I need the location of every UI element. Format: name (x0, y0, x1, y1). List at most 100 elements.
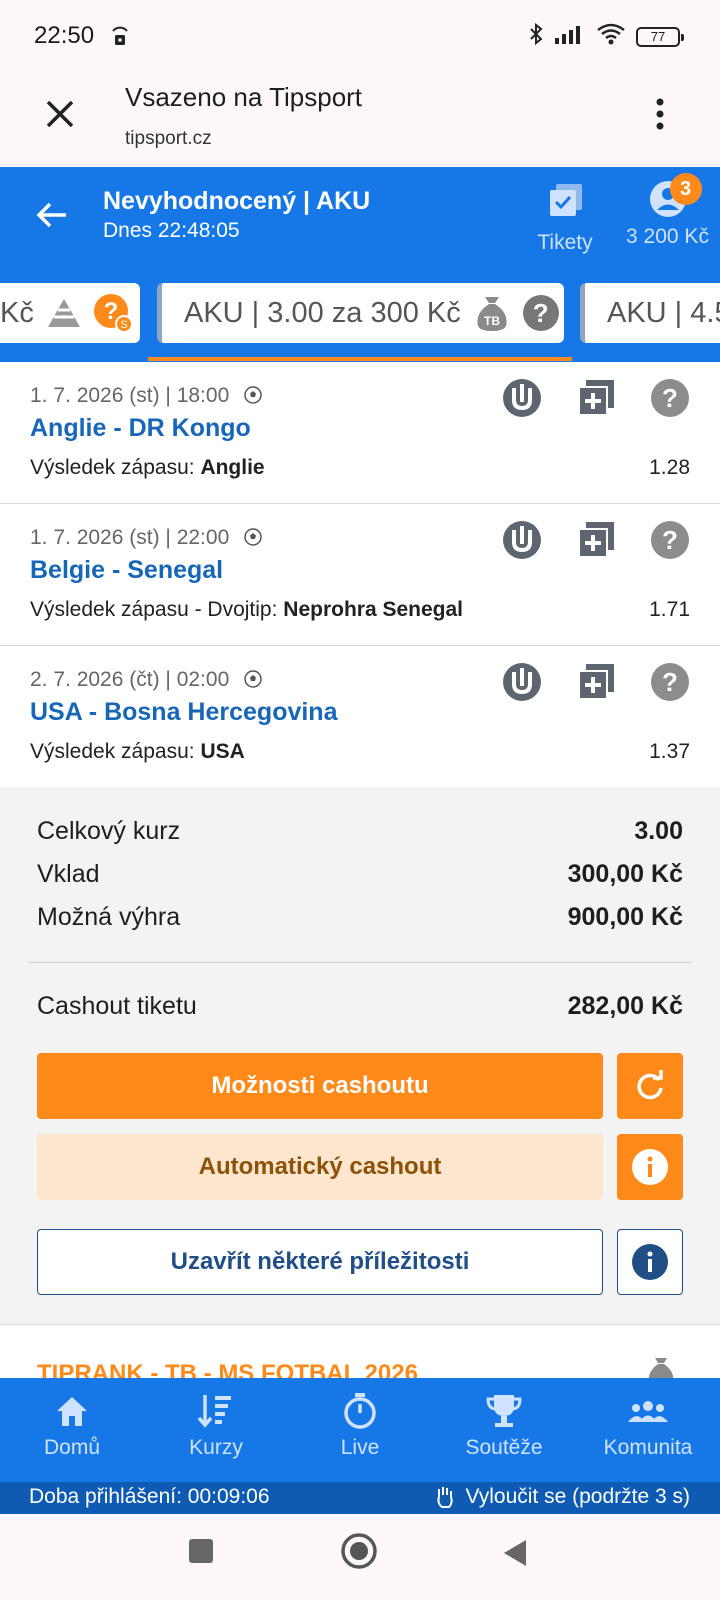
home-circle-icon[interactable] (340, 1532, 378, 1575)
chip-badge-text: TB (484, 314, 500, 328)
system-navigation-bar (0, 1514, 720, 1600)
account-balance: 3 200 Kč (626, 225, 709, 248)
login-duration: Doba přihlášení: 00:09:06 (29, 1485, 270, 1508)
bottom-navigation: Domů Kurzy Live Soutěže Komunita (0, 1378, 720, 1482)
odds-sort-icon (197, 1395, 231, 1428)
svg-text:?: ? (662, 525, 678, 555)
leg-market: Výsledek zápasu: USA (30, 740, 245, 763)
stake-value: 300,00 Kč (567, 860, 683, 888)
bet-leg[interactable]: 1. 7. 2026 (st) | 22:00 Belgie - Senegal… (0, 504, 720, 646)
back-arrow-icon[interactable] (32, 195, 72, 235)
leg-odds: 1.71 (649, 598, 690, 621)
nav-competitions-label: Soutěže (465, 1436, 543, 1459)
add-to-ticket-icon[interactable] (576, 662, 616, 702)
auto-cashout-button[interactable]: Automatický cashout (37, 1134, 603, 1200)
tickets-button[interactable]: Tikety (530, 181, 600, 255)
ticket-chip-strip: Kč ? S AKU | 3.00 za 300 Kč TB ? AKU | 4.… (0, 277, 720, 362)
add-to-ticket-icon[interactable] (576, 378, 616, 418)
nav-odds-label: Kurzy (189, 1436, 243, 1459)
ticket-chip-previous[interactable]: Kč ? S (0, 283, 140, 343)
help-icon[interactable]: ? (650, 662, 690, 702)
login-session-bar: Doba přihlášení: 00:09:06 Vyloučit se (p… (0, 1482, 720, 1514)
trophy-icon (486, 1395, 522, 1427)
notification-badge: 3 (669, 173, 702, 205)
money-bag-icon: TB (477, 297, 507, 331)
leg-match[interactable]: USA - Bosna Hercegovina (30, 698, 337, 727)
help-icon[interactable]: ? (650, 378, 690, 418)
recents-icon[interactable] (188, 1538, 214, 1569)
page-title: Nevyhodnocený | AKU (103, 187, 371, 215)
refresh-icon (637, 1070, 663, 1100)
lock-signal-icon (110, 24, 130, 53)
close-some-info-button[interactable] (617, 1229, 683, 1295)
football-icon (244, 670, 262, 688)
cashout-options-button[interactable]: Možnosti cashoutu (37, 1053, 603, 1119)
money-bag-icon (646, 1356, 676, 1378)
nav-community[interactable]: Komunita (576, 1378, 720, 1482)
ticket-summary: Celkový kurz 3.00 Vklad 300,00 Kč Možná vý… (0, 787, 720, 1325)
svg-text:?: ? (662, 383, 678, 413)
pyramid-icon (47, 299, 80, 327)
bet-leg[interactable]: 2. 7. 2026 (čt) | 02:00 USA - Bosna Herc… (0, 646, 720, 788)
info-icon (632, 1244, 668, 1280)
ticket-chip-next[interactable]: AKU | 4.5 (580, 283, 720, 343)
tiprank-title[interactable]: TIPRANK - TB - MS FOTBAL 2026 (37, 1360, 418, 1378)
self-exclusion-label: Vyloučit se (podržte 3 s) (465, 1485, 690, 1508)
nav-competitions[interactable]: Soutěže (432, 1378, 576, 1482)
close-icon[interactable] (40, 94, 80, 134)
status-time: 22:50 (34, 22, 95, 49)
self-exclusion-button[interactable]: Vyloučit se (podržte 3 s) (434, 1485, 690, 1509)
help-icon[interactable]: ? (650, 520, 690, 560)
bet-leg[interactable]: 1. 7. 2026 (st) | 18:00 Anglie - DR Kong… (0, 362, 720, 504)
nav-odds[interactable]: Kurzy (144, 1378, 288, 1482)
football-icon (244, 386, 262, 404)
hand-icon (436, 1487, 453, 1508)
help-icon[interactable]: ? (522, 295, 559, 331)
total-odds-row: Celkový kurz 3.00 (37, 817, 683, 845)
info-icon (632, 1149, 668, 1185)
stats-icon[interactable] (502, 520, 542, 560)
browser-tab-header: Vsazeno na Tipsport tipsport.cz (0, 72, 720, 167)
more-menu-icon[interactable] (648, 94, 672, 134)
nav-home[interactable]: Domů (0, 1378, 144, 1482)
nav-live-label: Live (340, 1436, 380, 1459)
leg-odds: 1.28 (649, 456, 690, 479)
stopwatch-icon (344, 1393, 376, 1429)
battery-icon: 77 (636, 26, 684, 47)
close-some-bets-button[interactable]: Uzavřít některé příležitosti (37, 1229, 603, 1295)
auto-cashout-info-button[interactable] (617, 1134, 683, 1200)
stats-icon[interactable] (502, 378, 542, 418)
stats-icon[interactable] (502, 662, 542, 702)
home-icon (57, 1397, 87, 1426)
wifi-icon (596, 23, 626, 50)
bluetooth-icon (528, 22, 544, 51)
back-triangle-icon[interactable] (502, 1538, 528, 1573)
refresh-button[interactable] (617, 1053, 683, 1119)
app-header: Nevyhodnocený | AKU Dnes 22:48:05 Tikety… (0, 167, 720, 277)
ticket-chip-current[interactable]: AKU | 3.00 za 300 Kč TB ? (157, 283, 564, 343)
browser-title: Vsazeno na Tipsport (125, 82, 363, 112)
divider (29, 962, 691, 963)
svg-text:S: S (120, 319, 127, 331)
add-to-ticket-icon[interactable] (576, 520, 616, 560)
leg-date: 2. 7. 2026 (čt) | 02:00 (30, 668, 263, 692)
nav-home-label: Domů (43, 1436, 101, 1459)
bet-legs-list: 1. 7. 2026 (st) | 18:00 Anglie - DR Kong… (0, 362, 720, 788)
account-button[interactable]: 3 3 200 Kč (615, 173, 720, 249)
active-chip-indicator (148, 357, 572, 361)
possible-win-row: Možná výhra 900,00 Kč (37, 903, 683, 931)
cashout-row: Cashout tiketu 282,00 Kč (37, 992, 683, 1020)
leg-market: Výsledek zápasu - Dvojtip: Neprohra Sene… (30, 598, 464, 621)
tickets-label: Tikety (537, 231, 593, 254)
possible-win-value: 900,00 Kč (567, 903, 683, 931)
cashout-value: 282,00 Kč (567, 992, 683, 1020)
signal-icon (554, 23, 586, 50)
leg-odds: 1.37 (649, 740, 690, 763)
help-stake-icon: ? S (93, 294, 133, 333)
leg-match[interactable]: Anglie - DR Kongo (30, 414, 251, 443)
total-odds-value: 3.00 (634, 817, 683, 845)
page-subtitle: Dnes 22:48:05 (103, 219, 240, 242)
svg-text:?: ? (662, 667, 678, 697)
nav-live[interactable]: Live (288, 1378, 432, 1482)
leg-match[interactable]: Belgie - Senegal (30, 556, 223, 585)
